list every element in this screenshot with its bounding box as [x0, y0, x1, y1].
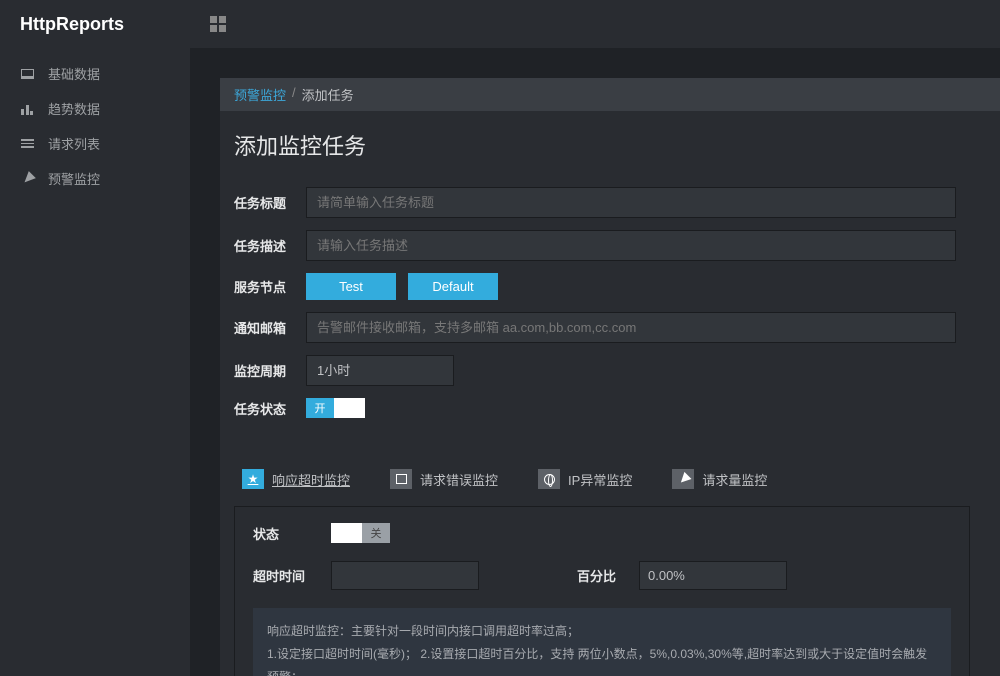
notify-email-label: 通知邮箱 — [234, 318, 306, 337]
panel-status-toggle[interactable]: 关 — [331, 523, 390, 543]
note-box: 响应超时监控：主要针对一段时间内接口调用超时率过高； 1.设定接口超时时间(毫秒… — [253, 608, 951, 676]
tab-request-error[interactable]: 请求错误监控 — [382, 464, 506, 494]
task-status-label: 任务状态 — [234, 399, 306, 418]
percent-input[interactable] — [639, 561, 787, 590]
plane-icon — [672, 469, 694, 489]
apps-grid-icon[interactable] — [210, 16, 228, 32]
tab-label: 请求量监控 — [702, 470, 767, 489]
tab-label: 响应超时监控 — [272, 470, 350, 489]
sidebar-item-label: 基础数据 — [48, 64, 100, 83]
sidebar-item-label: 请求列表 — [48, 134, 100, 153]
star-icon: ★ — [242, 469, 264, 489]
node-test-button[interactable]: Test — [306, 273, 396, 300]
panel-status-label: 状态 — [253, 524, 313, 543]
monitor-icon — [20, 68, 34, 80]
note-line: 响应超时监控：主要针对一段时间内接口调用超时率过高； — [267, 620, 937, 643]
sidebar-item-alert-monitor[interactable]: 预警监控 — [0, 161, 190, 196]
node-default-button[interactable]: Default — [408, 273, 498, 300]
percent-label: 百分比 — [577, 566, 621, 585]
breadcrumb-sep: / — [292, 85, 296, 104]
tab-response-timeout[interactable]: ★ 响应超时监控 — [234, 464, 358, 494]
service-node-label: 服务节点 — [234, 277, 306, 296]
monitor-period-label: 监控周期 — [234, 361, 306, 380]
task-desc-input[interactable] — [306, 230, 956, 261]
timeout-input[interactable] — [331, 561, 479, 590]
tab-label: 请求错误监控 — [420, 470, 498, 489]
note-line: 1.设定接口超时时间(毫秒)； 2.设置接口超时百分比，支持 两位小数点，5%,… — [267, 643, 937, 676]
location-icon — [20, 173, 34, 185]
tab-label: IP异常监控 — [568, 470, 632, 489]
sidebar-item-label: 趋势数据 — [48, 99, 100, 118]
sidebar-item-basic-data[interactable]: 基础数据 — [0, 56, 190, 91]
task-title-input[interactable] — [306, 187, 956, 218]
monitor-period-select[interactable]: 1小时 — [306, 355, 454, 386]
tab-ip-abnormal[interactable]: IP异常监控 — [530, 464, 640, 494]
task-title-label: 任务标题 — [234, 193, 306, 212]
list-icon — [20, 138, 34, 150]
page-title: 添加监控任务 — [220, 111, 1000, 179]
brand-title: HttpReports — [0, 14, 190, 35]
sidebar-item-request-list[interactable]: 请求列表 — [0, 126, 190, 161]
chart-icon — [20, 103, 34, 115]
sidebar-item-label: 预警监控 — [48, 169, 100, 188]
monitor-tabs: ★ 响应超时监控 请求错误监控 IP异常监控 请求量监控 — [234, 464, 986, 494]
notify-email-input[interactable] — [306, 312, 956, 343]
tab-request-volume[interactable]: 请求量监控 — [664, 464, 775, 494]
square-icon — [390, 469, 412, 489]
task-status-toggle[interactable]: 开 — [306, 398, 365, 418]
sidebar: 基础数据 趋势数据 请求列表 预警监控 — [0, 48, 190, 676]
sidebar-item-trend-data[interactable]: 趋势数据 — [0, 91, 190, 126]
timeout-label: 超时时间 — [253, 566, 313, 585]
toggle-off-label: 关 — [362, 523, 390, 543]
breadcrumb-root[interactable]: 预警监控 — [234, 85, 286, 104]
task-desc-label: 任务描述 — [234, 236, 306, 255]
tab-panel-response-timeout: 状态 关 超时时间 百分比 响应超时监控：主要针对一 — [234, 506, 970, 676]
toggle-on-label: 开 — [306, 398, 334, 418]
breadcrumb-current: 添加任务 — [302, 85, 354, 104]
globe-icon — [538, 469, 560, 489]
breadcrumb: 预警监控 / 添加任务 — [220, 78, 1000, 111]
